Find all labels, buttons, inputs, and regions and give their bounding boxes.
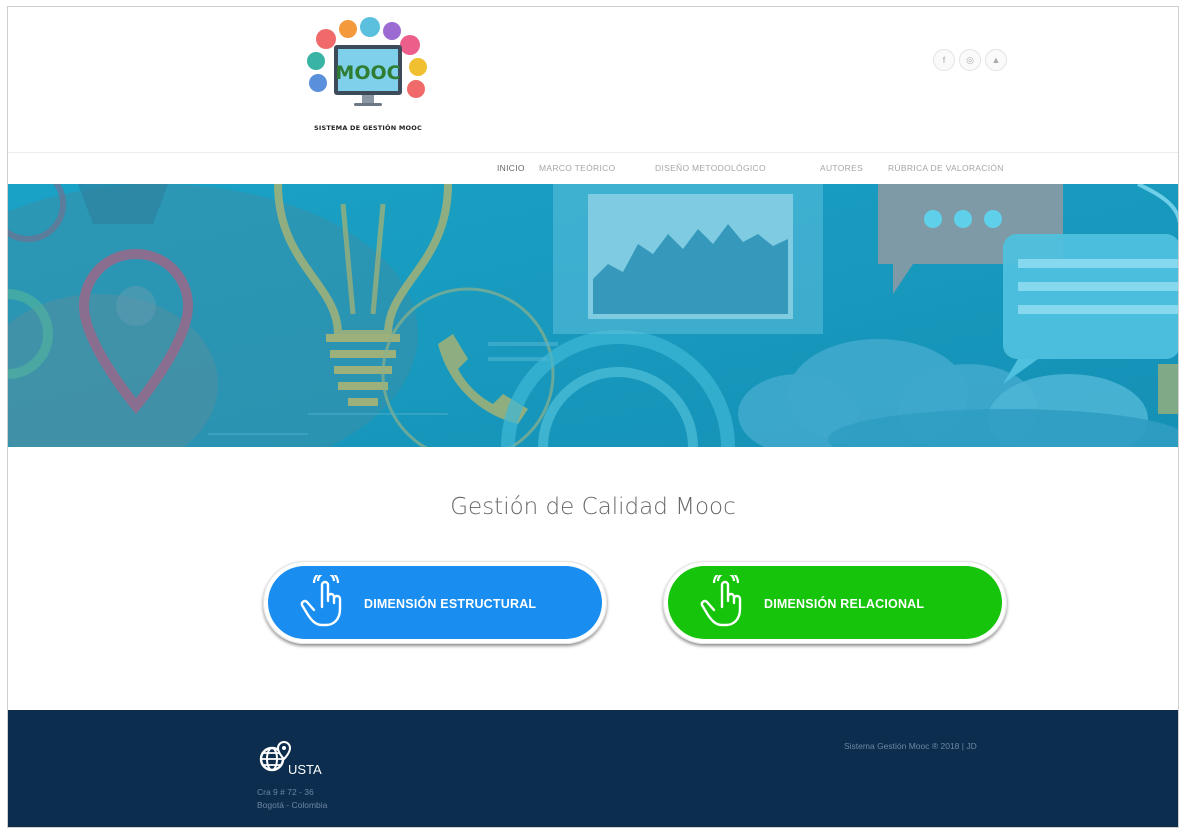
facebook-icon[interactable]: f bbox=[933, 49, 955, 71]
page-frame: MOOC SISTEMA DE GESTIÓN MOOC f ◎ ▲ INICI… bbox=[7, 6, 1179, 828]
hero-banner bbox=[8, 184, 1178, 447]
dimension-relacional-label: DIMENSIÓN RELACIONAL bbox=[764, 597, 925, 611]
instagram-icon[interactable]: ◎ bbox=[959, 49, 981, 71]
hand-pointer-icon bbox=[700, 575, 742, 627]
nav-item-rubrica[interactable]: RÚBRICA DE VALORACIÓN bbox=[888, 163, 1004, 173]
globe-location-icon bbox=[259, 740, 292, 772]
footer-brand: USTA bbox=[288, 762, 322, 777]
mooc-logo[interactable]: MOOC bbox=[298, 17, 438, 137]
button-fill: DIMENSIÓN ESTRUCTURAL bbox=[268, 566, 602, 639]
nav-item-marco-teorico[interactable]: MARCO TEÓRICO bbox=[539, 163, 615, 173]
youtube-icon[interactable]: ▲ bbox=[985, 49, 1007, 71]
footer-address-line2: Bogotá - Colombia bbox=[257, 800, 328, 810]
page-title: Gestión de Calidad Mooc bbox=[450, 494, 736, 520]
hero-illustration bbox=[8, 184, 1178, 447]
main-nav: INICIO MARCO TEÓRICO DISEÑO METODOLÓGICO… bbox=[8, 152, 1178, 184]
site-footer: USTA Cra 9 # 72 - 36 Bogotá - Colombia S… bbox=[8, 710, 1178, 827]
hand-pointer-icon bbox=[300, 575, 342, 627]
logo-tagline: SISTEMA DE GESTIÓN MOOC bbox=[314, 124, 422, 132]
dimension-relacional-button[interactable]: DIMENSIÓN RELACIONAL bbox=[663, 561, 1007, 644]
dimension-estructural-label: DIMENSIÓN ESTRUCTURAL bbox=[364, 597, 537, 611]
nav-item-autores[interactable]: AUTORES bbox=[820, 163, 863, 173]
nav-item-inicio[interactable]: INICIO bbox=[497, 163, 525, 173]
footer-copyright: Sistema Gestión Mooc ® 2018 | JD bbox=[844, 741, 977, 751]
dimension-estructural-button[interactable]: DIMENSIÓN ESTRUCTURAL bbox=[263, 561, 607, 644]
site-header: MOOC SISTEMA DE GESTIÓN MOOC f ◎ ▲ bbox=[8, 7, 1178, 152]
nav-item-diseno-metodologico[interactable]: DISEÑO METODOLÓGICO bbox=[655, 163, 766, 173]
logo-text: MOOC bbox=[335, 62, 400, 84]
footer-address-line1: Cra 9 # 72 - 36 bbox=[257, 787, 314, 797]
button-fill: DIMENSIÓN RELACIONAL bbox=[668, 566, 1002, 639]
